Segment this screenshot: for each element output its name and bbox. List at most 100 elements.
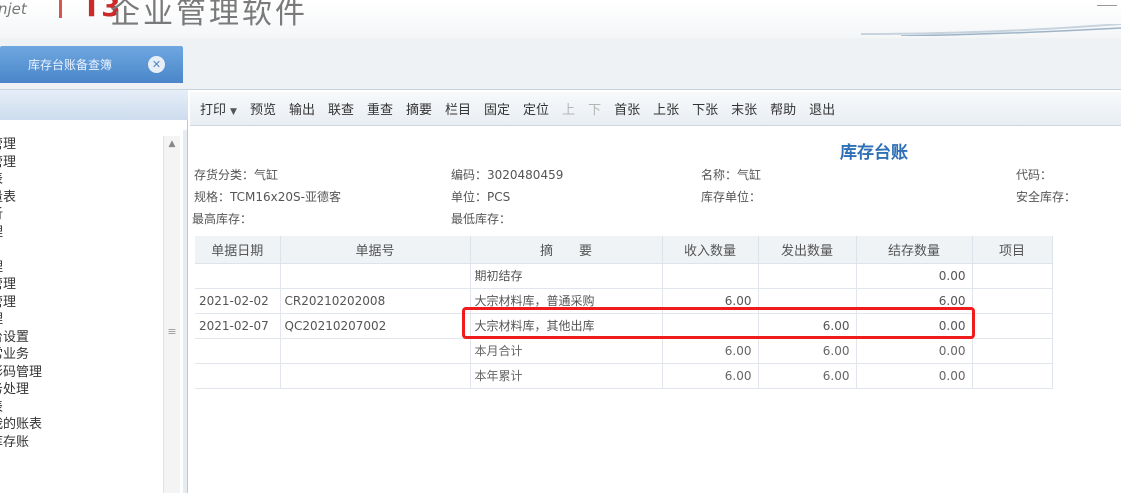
window-corner-icon[interactable] <box>1097 0 1117 6</box>
sidebar-item[interactable]: 管理 <box>0 136 42 154</box>
app-banner: njet T3 企业管理软件 <box>0 0 1121 38</box>
sidebar-item[interactable]: 我的账表 <box>0 416 42 434</box>
table-cell <box>662 313 759 339</box>
table-row[interactable]: 期初结存 0.00 <box>195 263 1053 289</box>
toolbar-button[interactable]: 摘要 <box>406 99 432 118</box>
sidebar-item[interactable]: 管理 <box>0 294 42 312</box>
table-cell <box>662 263 759 289</box>
table-header-row: 单据日期 单据号摘 要收入数量 发出数量 结存数量 项目 <box>195 236 1053 264</box>
toolbar-button-label: 摘要 <box>406 103 433 118</box>
sidebar-item[interactable] <box>0 241 42 259</box>
table-cell <box>972 313 1053 339</box>
column-header[interactable]: 发出数量 <box>758 236 857 264</box>
sidebar-item[interactable]: 理 <box>0 311 42 329</box>
table-cell: 6.00 <box>856 288 973 314</box>
toolbar-button[interactable]: 预览 <box>250 99 276 118</box>
table-row[interactable]: 本年累计 6.00 6.00 0.00 <box>195 363 1053 389</box>
table-row[interactable]: 2021-02-07 QC20210207002 大宗材料库，其他出库 6.00 0.0… <box>195 313 1053 339</box>
table-cell <box>972 263 1053 289</box>
column-header[interactable]: 摘 要 <box>470 236 663 264</box>
table-cell: 6.00 <box>662 288 759 314</box>
sidebar-resize-handle[interactable] <box>183 130 187 493</box>
column-header[interactable]: 单据号 <box>280 236 471 264</box>
column-header[interactable]: 项目 <box>972 236 1053 264</box>
table-cell: 大宗材料库，其他出库 <box>470 313 663 339</box>
report-title: 库存台账 <box>840 143 908 163</box>
toolbar-button[interactable]: 上 <box>562 99 575 118</box>
toolbar-button-label: 打印 <box>200 103 227 118</box>
table-cell: 0.00 <box>856 263 973 289</box>
sidebar-item[interactable]: 表 <box>0 399 42 417</box>
toolbar-button-label: 下张 <box>692 103 719 118</box>
toolbar-button[interactable]: 下张 <box>692 99 718 118</box>
toolbar-button[interactable]: 退出 <box>809 99 835 118</box>
sidebar-item[interactable]: 库存账 <box>0 434 42 452</box>
toolbar-button-label: 预览 <box>249 103 276 118</box>
report-header: 库存台账 存货分类：气缸 编码：3020480459 名称：气缸 代码： 规格：… <box>190 126 1121 236</box>
toolbar-button-label: 固定 <box>484 103 511 118</box>
sidebar-item[interactable]: 表 <box>0 171 42 189</box>
table-cell: 0.00 <box>856 313 973 339</box>
toolbar-button[interactable]: 首张 <box>614 99 640 118</box>
toolbar-button[interactable]: 帮助 <box>770 99 796 118</box>
sidebar-item[interactable]: 台设置 <box>0 329 42 347</box>
sidebar-item[interactable]: 管理 <box>0 154 42 172</box>
field-stock-unit: 库存单位： <box>701 190 762 204</box>
table-cell <box>280 338 471 364</box>
sidebar-menu: 管理管理表量表析理理管理管理理台设置常业务形码管理务处理表我的账表库存账 <box>0 136 42 451</box>
sidebar-item[interactable]: 析 <box>0 206 42 224</box>
toolbar-button-label: 定位 <box>523 103 550 118</box>
table-cell: CR20210202008 <box>280 288 471 314</box>
table-cell: 6.00 <box>662 338 759 364</box>
tab-stock-ledger[interactable]: 库存台账备查簿 ✕ <box>0 46 183 83</box>
field-max-stock: 最高库存： <box>192 212 253 226</box>
sidebar-item[interactable]: 务处理 <box>0 381 42 399</box>
table-cell <box>280 263 471 289</box>
scroll-grip-icon[interactable]: ≡ <box>164 326 180 338</box>
ledger-table: 单据日期 单据号摘 要收入数量 发出数量 结存数量 项目 期初结存 0.00 2021-02… <box>195 236 1053 389</box>
table-cell <box>280 363 471 389</box>
tab-label: 库存台账备查簿 <box>28 58 113 72</box>
toolbar-button[interactable]: 输出 <box>289 99 315 118</box>
table-row[interactable]: 本月合计 6.00 6.00 0.00 <box>195 338 1053 364</box>
table-cell: 6.00 <box>758 313 857 339</box>
field-safety-stock: 安全库存： <box>1016 190 1077 204</box>
toolbar-button[interactable]: 固定 <box>484 99 510 118</box>
toolbar-button-label: 上张 <box>653 103 680 118</box>
table-cell: 2021-02-02 <box>195 288 281 314</box>
column-header[interactable]: 单据日期 <box>195 236 281 264</box>
sidebar-item[interactable]: 量表 <box>0 189 42 207</box>
column-header[interactable]: 收入数量 <box>662 236 759 264</box>
column-header[interactable]: 结存数量 <box>856 236 973 264</box>
table-cell: QC20210207002 <box>280 313 471 339</box>
toolbar-button-label: 输出 <box>288 103 315 118</box>
toolbar-button[interactable]: 打印 ▼ <box>200 99 237 118</box>
toolbar-button[interactable]: 联查 <box>328 99 354 118</box>
table-cell <box>972 288 1053 314</box>
sidebar-item[interactable]: 理 <box>0 224 42 242</box>
sidebar-item[interactable]: 形码管理 <box>0 364 42 382</box>
toolbar-button-label: 重查 <box>366 103 393 118</box>
toolbar-button[interactable]: 末张 <box>731 99 757 118</box>
sidebar: 管理管理表量表析理理管理管理理台设置常业务形码管理务处理表我的账表库存账 ▲ ≡ <box>0 90 188 493</box>
scroll-up-icon[interactable]: ▲ <box>164 136 180 152</box>
sidebar-item[interactable]: 管理 <box>0 276 42 294</box>
close-icon[interactable]: ✕ <box>148 56 165 73</box>
banner-swoosh-decoration <box>861 24 1121 36</box>
field-unit: 单位：PCS <box>451 190 511 204</box>
sidebar-item[interactable]: 常业务 <box>0 346 42 364</box>
sidebar-item[interactable]: 理 <box>0 259 42 277</box>
table-row[interactable]: 2021-02-02 CR20210202008 大宗材料库，普通采购 6.00 6.0… <box>195 288 1053 314</box>
toolbar-button-label: 首张 <box>614 103 641 118</box>
toolbar-button[interactable]: 栏目 <box>445 99 471 118</box>
table-cell <box>195 363 281 389</box>
field-category: 存货分类：气缸 <box>194 168 279 182</box>
toolbar-button[interactable]: 上张 <box>653 99 679 118</box>
table-cell: 6.00 <box>662 363 759 389</box>
toolbar-button[interactable]: 下 <box>588 99 601 118</box>
sidebar-scrollbar[interactable]: ▲ ≡ <box>163 136 180 493</box>
toolbar-button[interactable]: 定位 <box>523 99 549 118</box>
table-cell <box>972 338 1053 364</box>
toolbar-button[interactable]: 重查 <box>367 99 393 118</box>
dropdown-arrow-icon[interactable]: ▼ <box>230 107 237 117</box>
